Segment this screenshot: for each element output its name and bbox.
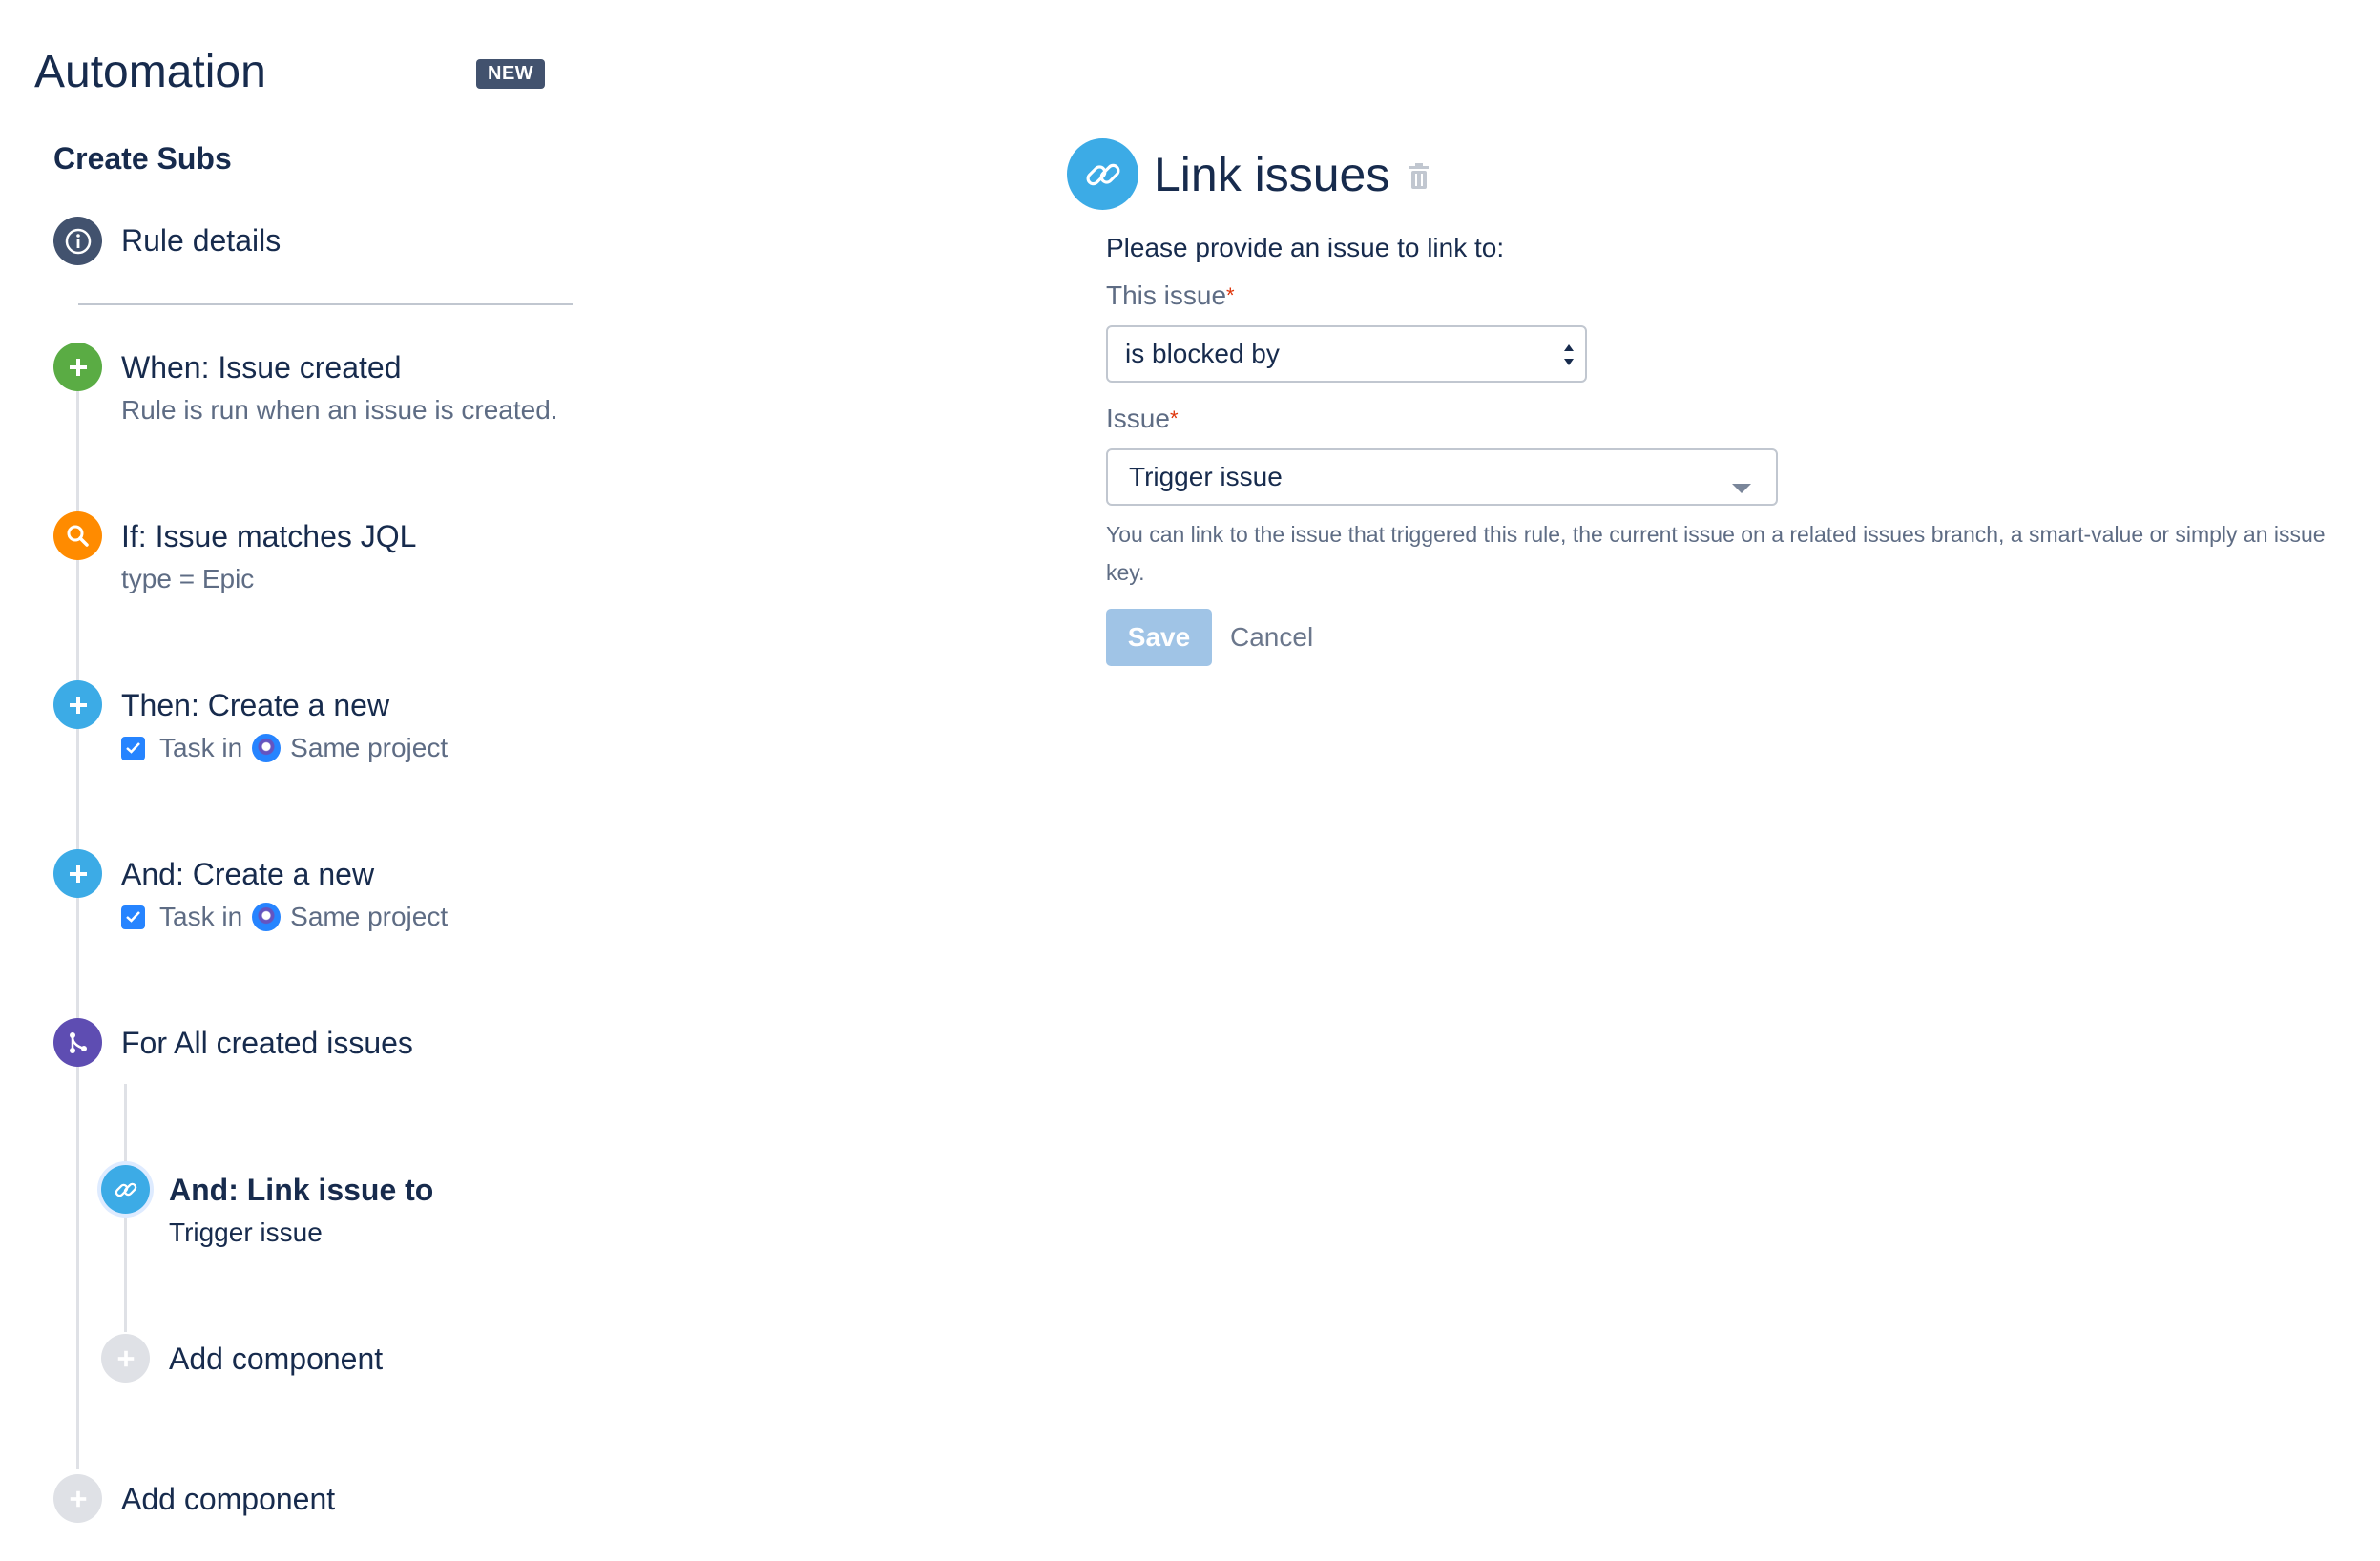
project-avatar-icon (252, 734, 282, 762)
rule-name: Create Subs (53, 141, 232, 176)
plus-icon[interactable] (53, 849, 102, 898)
condition-step-title[interactable]: If: Issue matches JQL (121, 517, 416, 555)
chevron-down-icon (1732, 471, 1751, 502)
trash-icon[interactable] (1409, 163, 1430, 190)
divider (78, 303, 573, 305)
branch-step-title[interactable]: For All created issues (121, 1024, 413, 1062)
task-type-icon (121, 736, 145, 760)
link-icon[interactable] (101, 1165, 150, 1214)
issue-select[interactable]: Trigger issue (1106, 448, 1778, 506)
link-prompt: Please provide an issue to link to: (1106, 233, 1505, 262)
task-type-icon (121, 905, 145, 929)
cancel-button[interactable]: Cancel (1230, 618, 1313, 656)
branch-add-component-button[interactable]: Add component (169, 1340, 383, 1378)
action2-step-title[interactable]: And: Create a new (121, 855, 374, 893)
action2-step-subtitle: Task in Same project (121, 900, 448, 934)
add-component-button[interactable]: Add component (121, 1480, 335, 1518)
action1-step-title[interactable]: Then: Create a new (121, 686, 389, 724)
app-title: Automation (34, 47, 266, 97)
action1-step-subtitle: Task in Same project (121, 731, 448, 765)
branch-action-title[interactable]: And: Link issue to (169, 1171, 433, 1209)
select-arrows-icon (1562, 341, 1576, 376)
condition-step-subtitle: type = Epic (121, 564, 255, 593)
issue-label: Issue* (1106, 404, 1179, 433)
plus-icon[interactable] (101, 1334, 150, 1383)
issue-help-text: You can link to the issue that triggered… (1106, 522, 2326, 585)
info-icon[interactable] (53, 217, 102, 265)
project-avatar-icon (252, 903, 282, 931)
this-issue-label: This issue* (1106, 281, 1235, 310)
branch-icon[interactable] (53, 1018, 102, 1067)
branch-action-subtitle: Trigger issue (169, 1218, 323, 1247)
link-type-value: is blocked by (1125, 339, 1280, 368)
rule-details-link[interactable]: Rule details (121, 221, 281, 260)
plus-icon[interactable] (53, 680, 102, 729)
issue-value: Trigger issue (1129, 462, 1283, 491)
search-icon[interactable] (53, 511, 102, 560)
trigger-step-subtitle: Rule is run when an issue is created. (121, 395, 558, 425)
link-icon (1067, 138, 1138, 210)
panel-title: Link issues (1154, 148, 1390, 201)
plus-icon[interactable] (53, 1474, 102, 1523)
link-type-select[interactable]: is blocked by (1106, 325, 1587, 383)
trigger-step-title[interactable]: When: Issue created (121, 348, 401, 386)
plus-icon[interactable] (53, 343, 102, 391)
new-badge: NEW (476, 59, 546, 89)
save-button[interactable]: Save (1106, 609, 1212, 666)
